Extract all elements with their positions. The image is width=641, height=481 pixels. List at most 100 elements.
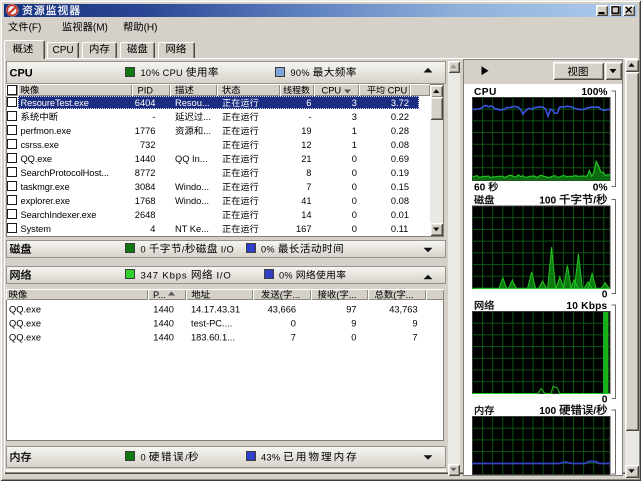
svg-text:(: ( <box>393 290 397 300</box>
svg-text:SearchProtocolHost...: SearchProtocolHost... <box>21 168 109 178</box>
svg-text:347 Kbps: 347 Kbps <box>141 270 191 281</box>
svg-text:6404: 6404 <box>135 98 156 108</box>
svg-text:0%: 0% <box>593 183 608 194</box>
svg-text:0: 0 <box>602 290 608 301</box>
svg-text:0.08: 0.08 <box>391 196 409 206</box>
svg-text:1440: 1440 <box>153 319 174 329</box>
svg-text:QQ.exe: QQ.exe <box>9 305 41 315</box>
svg-text:0.69: 0.69 <box>391 154 409 164</box>
svg-text:183.60.1...: 183.60.1... <box>191 333 235 343</box>
svg-text:3084: 3084 <box>135 182 156 192</box>
svg-text:9: 9 <box>412 319 417 329</box>
svg-text:0: 0 <box>352 196 357 206</box>
svg-text:QQ.exe: QQ.exe <box>21 154 52 164</box>
svg-text:0.08: 0.08 <box>391 140 409 150</box>
svg-text:QQ.exe: QQ.exe <box>9 333 41 343</box>
svg-text:CPU: CPU <box>10 68 33 80</box>
svg-text:90%: 90% <box>291 68 313 78</box>
svg-text:6: 6 <box>306 98 311 108</box>
svg-text:QQ In...: QQ In... <box>175 154 208 164</box>
svg-text:PID: PID <box>138 85 154 95</box>
svg-text:2648: 2648 <box>135 210 156 220</box>
svg-text:1440: 1440 <box>153 305 174 315</box>
svg-text:3: 3 <box>352 112 357 122</box>
svg-text:...: ... <box>203 126 211 136</box>
svg-text:43%: 43% <box>261 452 283 462</box>
svg-text:10 Kbps: 10 Kbps <box>566 301 607 312</box>
svg-text:0: 0 <box>352 210 357 220</box>
svg-text:I/O: I/O <box>218 244 234 254</box>
svg-text:8: 8 <box>306 168 311 178</box>
svg-text:CPU: CPU <box>385 85 407 95</box>
svg-text:NT Ke...: NT Ke... <box>175 224 209 234</box>
svg-text:7: 7 <box>306 182 311 192</box>
svg-text:-: - <box>308 112 311 122</box>
svg-text:(H): (H) <box>144 23 158 34</box>
svg-text:0: 0 <box>351 333 356 343</box>
svg-text:CPU: CPU <box>474 87 497 98</box>
svg-text:3.72: 3.72 <box>391 98 409 108</box>
svg-text:7: 7 <box>291 333 296 343</box>
svg-text:0.01: 0.01 <box>391 210 409 220</box>
svg-text:100%: 100% <box>581 87 607 98</box>
svg-text:12: 12 <box>301 140 311 150</box>
svg-text:perfmon.exe: perfmon.exe <box>21 126 72 136</box>
svg-text:43,763: 43,763 <box>389 305 417 315</box>
svg-text:1: 1 <box>352 126 357 136</box>
svg-text:0.22: 0.22 <box>391 112 409 122</box>
svg-text:10% CPU: 10% CPU <box>141 68 186 78</box>
svg-text:...: ... <box>406 290 414 300</box>
svg-text:(F): (F) <box>29 23 42 34</box>
svg-text:100: 100 <box>539 196 559 207</box>
svg-text:(: ( <box>280 290 284 300</box>
svg-text:0: 0 <box>291 319 296 329</box>
svg-text:0.15: 0.15 <box>391 182 409 192</box>
svg-text:732: 732 <box>140 140 156 150</box>
svg-text:60: 60 <box>474 183 488 194</box>
svg-text:8772: 8772 <box>135 168 156 178</box>
svg-text:100: 100 <box>539 406 559 417</box>
svg-text:SearchIndexer.exe: SearchIndexer.exe <box>21 210 97 220</box>
svg-text:P...: P... <box>153 290 166 300</box>
svg-text:/: / <box>182 244 185 254</box>
svg-text:0.28: 0.28 <box>391 126 409 136</box>
svg-text:14: 14 <box>301 210 311 220</box>
svg-text:explorer.exe: explorer.exe <box>21 196 70 206</box>
svg-text:0: 0 <box>352 168 357 178</box>
svg-text:Windo...: Windo... <box>175 182 209 192</box>
svg-text:7: 7 <box>412 333 417 343</box>
svg-text:-: - <box>152 112 155 122</box>
svg-text:0: 0 <box>141 452 149 462</box>
svg-text:4: 4 <box>150 224 155 234</box>
svg-text:1776: 1776 <box>135 126 156 136</box>
svg-text:I/O: I/O <box>213 270 232 281</box>
svg-text:...: ... <box>349 290 357 300</box>
svg-text:test-PC....: test-PC.... <box>191 319 232 329</box>
svg-text:Resou...: Resou... <box>175 98 210 108</box>
svg-text:0.11: 0.11 <box>391 224 408 234</box>
svg-text:9: 9 <box>351 319 356 329</box>
svg-text:QQ.exe: QQ.exe <box>9 319 41 329</box>
svg-text:1768: 1768 <box>135 196 156 206</box>
svg-text:(: ( <box>336 290 340 300</box>
svg-text:0: 0 <box>352 182 357 192</box>
svg-text:System: System <box>21 224 52 234</box>
svg-text:1440: 1440 <box>135 154 156 164</box>
svg-text:csrss.exe: csrss.exe <box>21 140 59 150</box>
svg-text:167: 167 <box>296 224 312 234</box>
svg-text:0: 0 <box>141 244 149 254</box>
svg-text:41: 41 <box>301 196 311 206</box>
svg-text:21: 21 <box>301 154 311 164</box>
svg-text:taskmgr.exe: taskmgr.exe <box>21 182 70 192</box>
svg-text:1: 1 <box>352 140 357 150</box>
svg-text:CPU: CPU <box>53 45 74 56</box>
svg-text:97: 97 <box>346 305 356 315</box>
svg-text:/: / <box>593 196 596 207</box>
svg-text:0: 0 <box>352 224 357 234</box>
svg-text:CPU: CPU <box>322 85 342 95</box>
svg-text:...: ... <box>292 290 300 300</box>
svg-text:0%: 0% <box>279 270 296 280</box>
svg-text:14.17.43.31: 14.17.43.31 <box>191 305 240 315</box>
svg-text:43,666: 43,666 <box>268 305 296 315</box>
svg-text:/: / <box>185 452 188 462</box>
